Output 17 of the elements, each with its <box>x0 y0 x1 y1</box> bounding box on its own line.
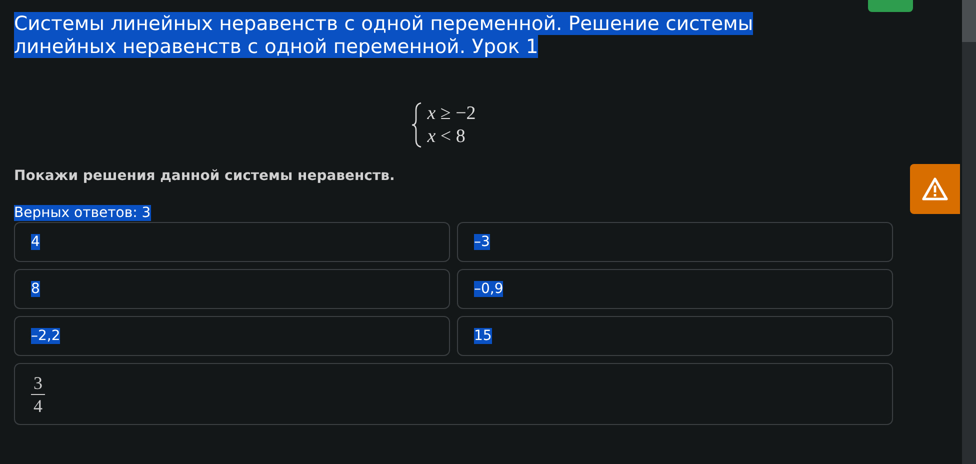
answer-option[interactable]: 4 <box>14 222 450 262</box>
inequality: x < 8 <box>427 125 466 148</box>
report-button[interactable] <box>910 164 960 214</box>
correct-count: Верных ответов: 3 <box>14 204 152 222</box>
answer-option[interactable]: –2,2 <box>14 316 450 356</box>
brace-icon <box>411 102 424 148</box>
question-text: Покажи решения данной системы неравенств. <box>14 168 396 184</box>
inequality: x ≥ −2 <box>427 102 476 125</box>
top-action-button[interactable] <box>868 0 913 12</box>
warning-icon <box>922 177 948 201</box>
answer-option[interactable]: –3 <box>457 222 893 262</box>
answer-option[interactable]: 3 4 <box>14 363 893 425</box>
scrollbar[interactable] <box>962 0 976 464</box>
lesson-title: Системы линейных неравенств с одной переменной. Решение системы линейных неравенств с одной переменной. Урок 1 <box>14 12 754 58</box>
answer-option[interactable]: 8 <box>14 269 450 309</box>
answer-option[interactable]: 15 <box>457 316 893 356</box>
answer-option[interactable]: –0,9 <box>457 269 893 309</box>
